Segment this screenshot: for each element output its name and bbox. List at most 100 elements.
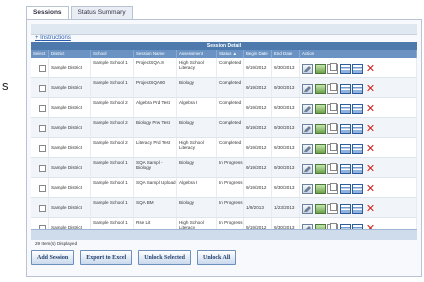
- row-checkbox[interactable]: [39, 85, 46, 92]
- copy-icon[interactable]: [327, 142, 339, 154]
- row-checkbox[interactable]: [39, 145, 46, 152]
- begin-date-cell: 9/19/2012: [244, 78, 272, 97]
- end-date-cell: 9/30/2013: [272, 178, 300, 197]
- add-session-button[interactable]: Add Session: [31, 250, 75, 265]
- edit-icon[interactable]: [302, 63, 313, 74]
- launch-icon[interactable]: [314, 183, 326, 194]
- status-cell: Completed: [217, 78, 244, 97]
- delete-icon[interactable]: ✕: [365, 203, 376, 214]
- launch-icon[interactable]: [314, 123, 326, 134]
- session-name-cell: SQA Sampl Upload: [134, 178, 177, 197]
- copy-icon[interactable]: [327, 102, 339, 114]
- row-checkbox[interactable]: [39, 165, 46, 172]
- copy-icon[interactable]: [327, 82, 339, 94]
- col-end-date[interactable]: End Date: [272, 50, 300, 58]
- report-icon[interactable]: [339, 203, 351, 214]
- edit-icon[interactable]: [302, 103, 313, 114]
- row-checkbox[interactable]: [39, 105, 46, 112]
- launch-icon[interactable]: [314, 203, 326, 214]
- row-checkbox[interactable]: [39, 125, 46, 132]
- table-row[interactable]: Sample District Sample School 2 Algebra Pr…: [31, 98, 417, 118]
- list-icon[interactable]: [352, 163, 364, 174]
- launch-icon[interactable]: [314, 83, 326, 94]
- col-school[interactable]: School: [91, 50, 134, 58]
- list-icon[interactable]: [352, 63, 364, 74]
- edit-icon[interactable]: [302, 143, 313, 154]
- list-icon[interactable]: [352, 143, 364, 154]
- edit-icon[interactable]: [302, 183, 313, 194]
- end-date-cell: 9/30/2013: [272, 58, 300, 77]
- grid-footer: 29 Item(s) Displayed: [31, 229, 417, 246]
- table-row[interactable]: Sample District Sample School 2 Literacy P…: [31, 138, 417, 158]
- edit-icon[interactable]: [302, 203, 313, 214]
- list-icon[interactable]: [352, 103, 364, 114]
- delete-icon[interactable]: ✕: [365, 163, 376, 174]
- copy-icon[interactable]: [327, 202, 339, 214]
- district-cell: Sample District: [49, 198, 91, 217]
- delete-icon[interactable]: ✕: [365, 103, 376, 114]
- sessions-panel: + Instructions Session Detail Select Dis…: [26, 19, 422, 277]
- launch-icon[interactable]: [314, 163, 326, 174]
- list-icon[interactable]: [352, 203, 364, 214]
- delete-icon[interactable]: ✕: [365, 183, 376, 194]
- unlock-selected-button[interactable]: Unlock Selected: [138, 250, 192, 265]
- table-row[interactable]: Sample District Sample School 1 SQA Sampl …: [31, 158, 417, 178]
- report-icon[interactable]: [339, 163, 351, 174]
- export-excel-button[interactable]: Export to Excel: [80, 250, 133, 265]
- col-status[interactable]: Status ▲: [217, 50, 244, 58]
- instructions-link[interactable]: + Instructions: [35, 35, 71, 41]
- tab-sessions[interactable]: Sessions: [26, 6, 69, 19]
- report-icon[interactable]: [339, 143, 351, 154]
- copy-icon[interactable]: [327, 182, 339, 194]
- launch-icon[interactable]: [314, 103, 326, 114]
- delete-icon[interactable]: ✕: [365, 143, 376, 154]
- delete-icon[interactable]: ✕: [365, 123, 376, 134]
- report-icon[interactable]: [339, 83, 351, 94]
- instructions-label[interactable]: Instructions: [40, 35, 71, 41]
- table-row[interactable]: Sample District Sample School 1 SQA BM Biol…: [31, 198, 417, 218]
- edit-icon[interactable]: [302, 123, 313, 134]
- list-icon[interactable]: [352, 83, 364, 94]
- launch-icon[interactable]: [314, 63, 326, 74]
- assessment-cell: Biology: [177, 198, 217, 217]
- select-cell: [31, 118, 49, 137]
- col-session-name[interactable]: Session Name: [134, 50, 177, 58]
- unlock-all-button[interactable]: Unlock All: [197, 250, 237, 265]
- col-begin-date[interactable]: Begin Date: [244, 50, 272, 58]
- table-row[interactable]: Sample District Sample School 2 Biology Pr…: [31, 118, 417, 138]
- table-row[interactable]: Sample District Sample School 1 ProjectSQA…: [31, 78, 417, 98]
- copy-icon[interactable]: [327, 122, 339, 134]
- row-checkbox[interactable]: [39, 205, 46, 212]
- action-cell: ✕: [300, 58, 417, 77]
- end-date-cell: 9/30/2013: [272, 158, 300, 177]
- list-icon[interactable]: [352, 183, 364, 194]
- delete-icon[interactable]: ✕: [365, 63, 376, 74]
- report-icon[interactable]: [339, 123, 351, 134]
- col-select[interactable]: Select: [31, 50, 49, 58]
- grid-body: Sample District Sample School 1 ProjectSQA…: [31, 58, 417, 238]
- col-district[interactable]: District: [49, 50, 91, 58]
- status-cell: In Progress: [217, 178, 244, 197]
- end-date-cell: 9/30/2013: [272, 78, 300, 97]
- action-cell: ✕: [300, 158, 417, 177]
- district-cell: Sample District: [49, 138, 91, 157]
- edit-icon[interactable]: [302, 163, 313, 174]
- report-icon[interactable]: [339, 183, 351, 194]
- table-row[interactable]: Sample District Sample School 1 SQA Sampl …: [31, 178, 417, 198]
- assessment-cell: Algebra I: [177, 178, 217, 197]
- list-icon[interactable]: [352, 123, 364, 134]
- report-icon[interactable]: [339, 63, 351, 74]
- school-cell: Sample School 2: [91, 138, 134, 157]
- copy-icon[interactable]: [327, 62, 339, 74]
- delete-icon[interactable]: ✕: [365, 83, 376, 94]
- grid-header: Select District School Session Name Asse…: [31, 50, 417, 58]
- table-row[interactable]: Sample District Sample School 1 ProjectSQA…: [31, 58, 417, 78]
- copy-icon[interactable]: [327, 162, 339, 174]
- edit-icon[interactable]: [302, 83, 313, 94]
- report-icon[interactable]: [339, 103, 351, 114]
- launch-icon[interactable]: [314, 143, 326, 154]
- tab-status-summary[interactable]: Status Summary: [70, 6, 133, 19]
- row-checkbox[interactable]: [39, 185, 46, 192]
- col-assessment[interactable]: Assessment: [177, 50, 217, 58]
- row-checkbox[interactable]: [39, 65, 46, 72]
